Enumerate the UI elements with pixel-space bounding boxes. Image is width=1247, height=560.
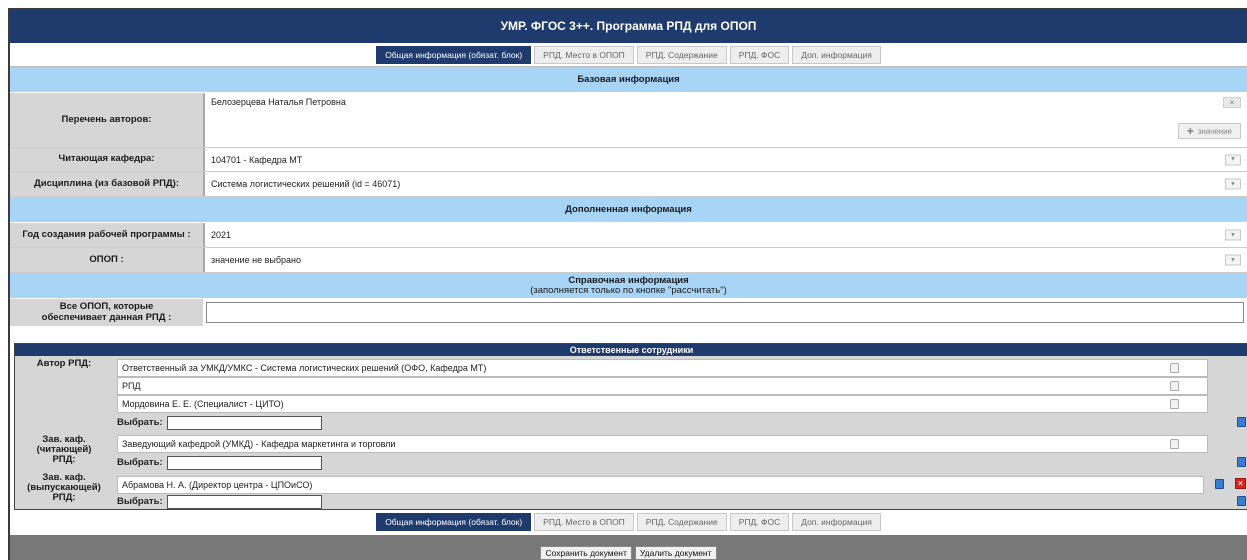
tab-place[interactable]: РПД. Место в ОПОП (534, 45, 634, 64)
head-reading-select-label: Выбрать: (117, 457, 163, 468)
section-extra-info: Дополненная информация (10, 197, 1247, 223)
top-tab-bar: Общая информация (обязат. блок) РПД. Мес… (10, 43, 1247, 67)
all-opop-label: Все ОПОП, которые обеспечивает данная РП… (10, 299, 203, 326)
tab-place-bottom[interactable]: РПД. Место в ОПОП (534, 513, 634, 531)
dept-label: Читающая кафедра: (10, 148, 203, 171)
edit-icon[interactable] (1237, 496, 1246, 506)
year-select[interactable]: 2021 ▼ (203, 223, 1247, 247)
head-reading-label: Зав. каф. (читающей) РПД: (15, 435, 113, 465)
head-reading-label-line3: РПД: (52, 453, 76, 465)
year-row: Год создания рабочей программы : 2021 ▼ (10, 223, 1247, 248)
head-reading-select-input[interactable] (166, 455, 322, 470)
tab-fos[interactable]: РПД. ФОС (729, 45, 790, 64)
lock-icon (1170, 399, 1179, 409)
head-reading-row[interactable]: Заведующий кафедрой (УМКД) - Кафедра мар… (117, 435, 1208, 453)
footer-bar: Сохранить документ Удалить документ (10, 535, 1247, 560)
author-select-input[interactable] (166, 415, 322, 430)
year-value: 2021 (211, 230, 232, 240)
reference-subtitle: (заполняется только по кнопке "рассчитат… (530, 284, 727, 296)
edit-icon[interactable] (1237, 457, 1246, 467)
tab-content-bottom[interactable]: РПД. Содержание (636, 513, 727, 531)
discipline-select[interactable]: Система логистических решений (id = 4607… (203, 172, 1247, 196)
author-row-1-text: Ответственный за УМКД/УМКС - Система лог… (122, 363, 487, 373)
responsible-panel: Ответственные сотрудники Автор РПД: Отве… (14, 343, 1247, 510)
chevron-down-icon[interactable]: ▼ (1225, 154, 1241, 165)
opop-row: ОПОП : значение не выбрано ▼ (10, 248, 1247, 273)
head-graduating-select-label: Выбрать: (117, 496, 163, 507)
all-opop-field (203, 299, 1247, 326)
add-value-button[interactable]: ✚ значение (1177, 123, 1241, 139)
tab-extra-info[interactable]: Доп. информация (792, 45, 881, 64)
author-row-1[interactable]: Ответственный за УМКД/УМКС - Система лог… (117, 359, 1208, 377)
head-graduating-select-input[interactable] (166, 494, 322, 509)
opop-value: значение не выбрано (211, 255, 301, 265)
authors-value: Белозерцева Наталья Петровна (211, 97, 346, 107)
all-opop-row: Все ОПОП, которые обеспечивает данная РП… (10, 299, 1247, 326)
author-select: Выбрать: (117, 414, 322, 431)
dept-row: Читающая кафедра: 104701 - Кафедра МТ ▼ (10, 148, 1247, 172)
dept-select[interactable]: 104701 - Кафедра МТ ▼ (203, 148, 1247, 171)
discipline-value: Система логистических решений (id = 4607… (211, 179, 401, 189)
chevron-down-icon[interactable]: ▼ (1225, 229, 1241, 241)
opop-label: ОПОП : (10, 248, 203, 272)
author-row-3-text: Мордовина Е. Е. (Специалист - ЦИТО) (122, 399, 284, 409)
all-opop-label-line2: обеспечивает данная РПД : (41, 311, 172, 323)
all-opop-value (206, 302, 1244, 323)
bottom-tab-bar: Общая информация (обязат. блок) РПД. Мес… (10, 510, 1247, 534)
all-opop-label-line1: Все ОПОП, которые (59, 301, 154, 313)
discipline-row: Дисциплина (из базовой РПД): Система лог… (10, 172, 1247, 197)
section-basic-info: Базовая информация (10, 67, 1247, 93)
section-reference-info: Справочная информация (заполняется тольк… (10, 273, 1247, 299)
discipline-label: Дисциплина (из базовой РПД): (10, 172, 203, 196)
head-graduating-row[interactable]: Абрамова Н. А. (Директор центра - ЦПОиСО… (117, 476, 1204, 494)
tab-extra-info-bottom[interactable]: Доп. информация (792, 513, 881, 531)
head-graduating-label: Зав. каф. (выпускающей) РПД: (15, 473, 113, 503)
lock-icon (1170, 363, 1179, 373)
head-reading-row-text: Заведующий кафедрой (УМКД) - Кафедра мар… (122, 439, 396, 449)
delete-document-button[interactable]: Удалить документ (634, 546, 717, 560)
year-label: Год создания рабочей программы : (10, 223, 203, 247)
lock-icon (1170, 381, 1179, 391)
lock-icon (1170, 439, 1179, 449)
responsible-header: Ответственные сотрудники (15, 344, 1247, 356)
head-graduating-label-line3: РПД: (52, 491, 76, 503)
dept-value: 104701 - Кафедра МТ (211, 154, 303, 165)
edit-icon[interactable] (1215, 479, 1224, 489)
authors-label: Перечень авторов: (10, 93, 203, 147)
head-reading-select: Выбрать: (117, 454, 322, 471)
author-rpd-label: Автор РПД: (36, 358, 92, 369)
delete-icon[interactable]: × (1235, 478, 1246, 489)
chevron-down-icon[interactable]: ▼ (1225, 254, 1241, 266)
head-graduating-select: Выбрать: (117, 493, 322, 510)
tab-fos-bottom[interactable]: РПД. ФОС (729, 513, 790, 531)
authors-row: Перечень авторов: Белозерцева Наталья Пе… (10, 93, 1247, 148)
opop-select[interactable]: значение не выбрано ▼ (203, 248, 1247, 272)
tab-content[interactable]: РПД. Содержание (636, 45, 727, 64)
page-frame: УМР. ФГОС 3++. Программа РПД для ОПОП Об… (8, 8, 1247, 560)
edit-icon[interactable] (1237, 417, 1246, 427)
chevron-down-icon[interactable]: ▼ (1225, 178, 1241, 190)
head-graduating-row-text: Абрамова Н. А. (Директор центра - ЦПОиСО… (122, 480, 313, 490)
authors-field[interactable]: Белозерцева Наталья Петровна × ✚ значени… (203, 93, 1247, 147)
save-document-button[interactable]: Сохранить документ (540, 546, 632, 560)
author-row-3[interactable]: Мордовина Е. Е. (Специалист - ЦИТО) (117, 395, 1208, 413)
author-row-2[interactable]: РПД (117, 377, 1208, 395)
plus-icon: ✚ (1186, 126, 1194, 136)
page-title: УМР. ФГОС 3++. Программа РПД для ОПОП (10, 9, 1247, 43)
tab-general[interactable]: Общая информация (обязат. блок) (376, 45, 532, 64)
remove-author-icon[interactable]: × (1223, 97, 1241, 108)
tab-general-bottom[interactable]: Общая информация (обязат. блок) (376, 513, 532, 531)
add-value-label: значение (1197, 126, 1232, 136)
author-row-2-text: РПД (122, 381, 141, 391)
responsible-body: Автор РПД: Ответственный за УМКД/УМКС - … (15, 356, 1247, 509)
author-select-label: Выбрать: (117, 417, 163, 428)
